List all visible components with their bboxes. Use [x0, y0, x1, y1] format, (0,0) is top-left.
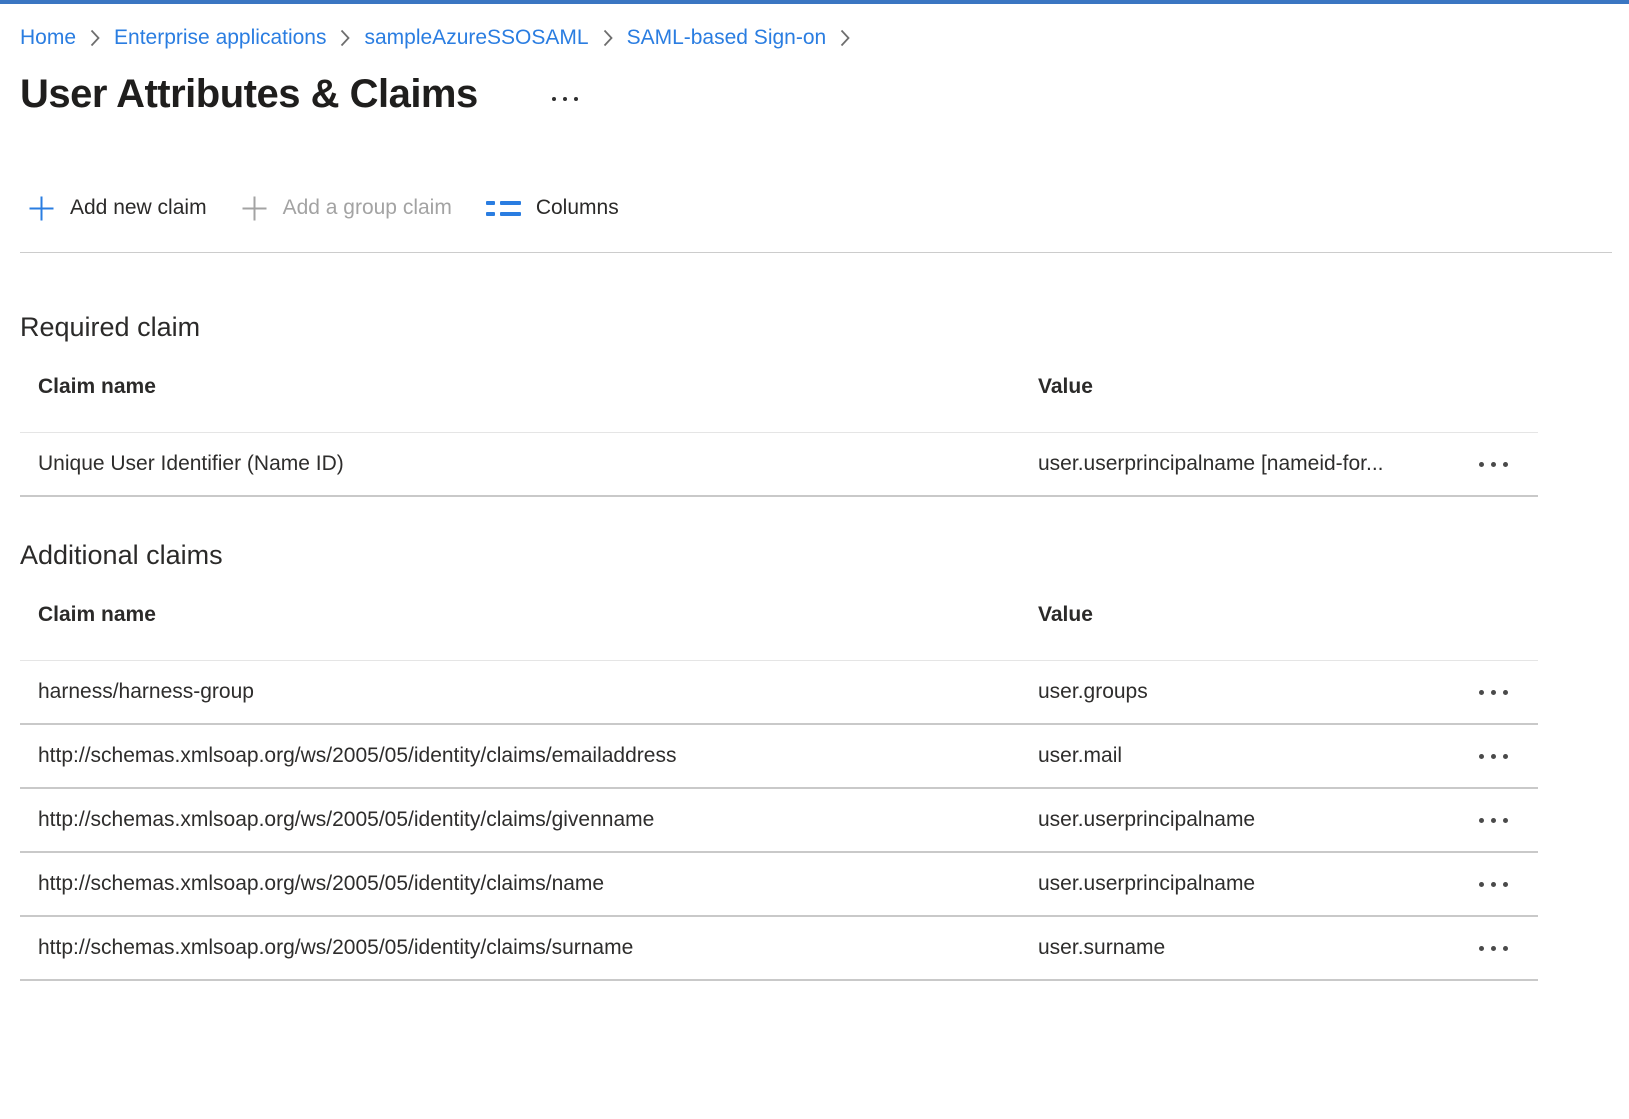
value-column-header: Value: [1038, 603, 1448, 627]
claim-value-cell: user.mail: [1038, 744, 1448, 768]
ellipsis-icon: [1479, 818, 1484, 823]
additional-claims-rows: harness/harness-groupuser.groups http://s…: [20, 661, 1538, 981]
claim-value-cell: user.userprincipalname: [1038, 808, 1448, 832]
claim-name-cell: harness/harness-group: [20, 680, 1038, 704]
additional-claims-table: Claim name Value harness/harness-groupus…: [20, 595, 1538, 981]
required-claim-heading: Required claim: [20, 309, 1629, 345]
plus-icon: [241, 195, 268, 222]
claim-name-cell: Unique User Identifier (Name ID): [20, 452, 1038, 476]
required-claim-table: Claim name Value Unique User Identifier …: [20, 367, 1538, 497]
claim-name-column-header: Claim name: [20, 375, 1038, 399]
add-group-claim-label: Add a group claim: [283, 196, 452, 220]
breadcrumb-link[interactable]: SAML-based Sign-on: [627, 24, 827, 52]
claim-table-row[interactable]: http://schemas.xmlsoap.org/ws/2005/05/id…: [20, 789, 1538, 853]
add-group-claim-button[interactable]: Add a group claim: [241, 195, 452, 222]
row-context-menu-button[interactable]: [1473, 876, 1514, 893]
ellipsis-icon: [1479, 946, 1484, 951]
columns-label: Columns: [536, 196, 619, 220]
toolbar-divider: [20, 252, 1612, 253]
row-context-menu-button[interactable]: [1473, 940, 1514, 957]
claim-name-cell: http://schemas.xmlsoap.org/ws/2005/05/id…: [20, 808, 1038, 832]
required-claim-rows: Unique User Identifier (Name ID)user.use…: [20, 433, 1538, 497]
row-context-menu-button[interactable]: [1473, 812, 1514, 829]
breadcrumb-chevron-icon: [339, 28, 351, 48]
add-new-claim-button[interactable]: Add new claim: [28, 195, 207, 222]
claim-table-row[interactable]: Unique User Identifier (Name ID)user.use…: [20, 433, 1538, 497]
ellipsis-icon: [1479, 754, 1484, 759]
columns-icon: [486, 201, 521, 216]
ellipsis-icon: [1479, 882, 1484, 887]
claim-table-row[interactable]: http://schemas.xmlsoap.org/ws/2005/05/id…: [20, 725, 1538, 789]
columns-button[interactable]: Columns: [486, 196, 619, 220]
claim-name-cell: http://schemas.xmlsoap.org/ws/2005/05/id…: [20, 744, 1038, 768]
claim-name-cell: http://schemas.xmlsoap.org/ws/2005/05/id…: [20, 872, 1038, 896]
claim-value-cell: user.groups: [1038, 680, 1448, 704]
ellipsis-icon: [1479, 690, 1484, 695]
breadcrumb-chevron-icon: [839, 28, 851, 48]
claim-table-row[interactable]: harness/harness-groupuser.groups: [20, 661, 1538, 725]
claim-name-column-header: Claim name: [20, 603, 1038, 627]
ellipsis-icon: [1479, 462, 1484, 467]
row-context-menu-button[interactable]: [1473, 684, 1514, 701]
ellipsis-icon: [552, 97, 556, 101]
breadcrumb-link[interactable]: sampleAzureSSOSAML: [364, 24, 588, 52]
claim-table-row[interactable]: http://schemas.xmlsoap.org/ws/2005/05/id…: [20, 853, 1538, 917]
table-header-row: Claim name Value: [20, 367, 1538, 433]
breadcrumb-link[interactable]: Home: [20, 24, 76, 52]
plus-icon: [28, 195, 55, 222]
breadcrumb-chevron-icon: [89, 28, 101, 48]
page: Home Enterprise applications sampleAzureSS…: [0, 24, 1629, 981]
claim-value-cell: user.surname: [1038, 936, 1448, 960]
value-column-header: Value: [1038, 375, 1448, 399]
row-context-menu-button[interactable]: [1473, 748, 1514, 765]
toolbar: Add new claim Add a group claim Columns: [20, 184, 1629, 232]
breadcrumb-chevron-icon: [602, 28, 614, 48]
add-new-claim-label: Add new claim: [70, 196, 207, 220]
page-title: User Attributes & Claims: [20, 68, 478, 120]
title-row: User Attributes & Claims: [20, 68, 1629, 120]
claim-value-cell: user.userprincipalname: [1038, 872, 1448, 896]
breadcrumb: Home Enterprise applications sampleAzureSS…: [20, 24, 1629, 52]
top-accent-bar: [0, 0, 1629, 4]
table-header-row: Claim name Value: [20, 595, 1538, 661]
claim-value-cell: user.userprincipalname [nameid-for...: [1038, 452, 1448, 476]
breadcrumb-link[interactable]: Enterprise applications: [114, 24, 326, 52]
page-more-menu-button[interactable]: [548, 93, 582, 105]
row-context-menu-button[interactable]: [1473, 456, 1514, 473]
claim-table-row[interactable]: http://schemas.xmlsoap.org/ws/2005/05/id…: [20, 917, 1538, 981]
claim-name-cell: http://schemas.xmlsoap.org/ws/2005/05/id…: [20, 936, 1038, 960]
additional-claims-heading: Additional claims: [20, 537, 1629, 573]
